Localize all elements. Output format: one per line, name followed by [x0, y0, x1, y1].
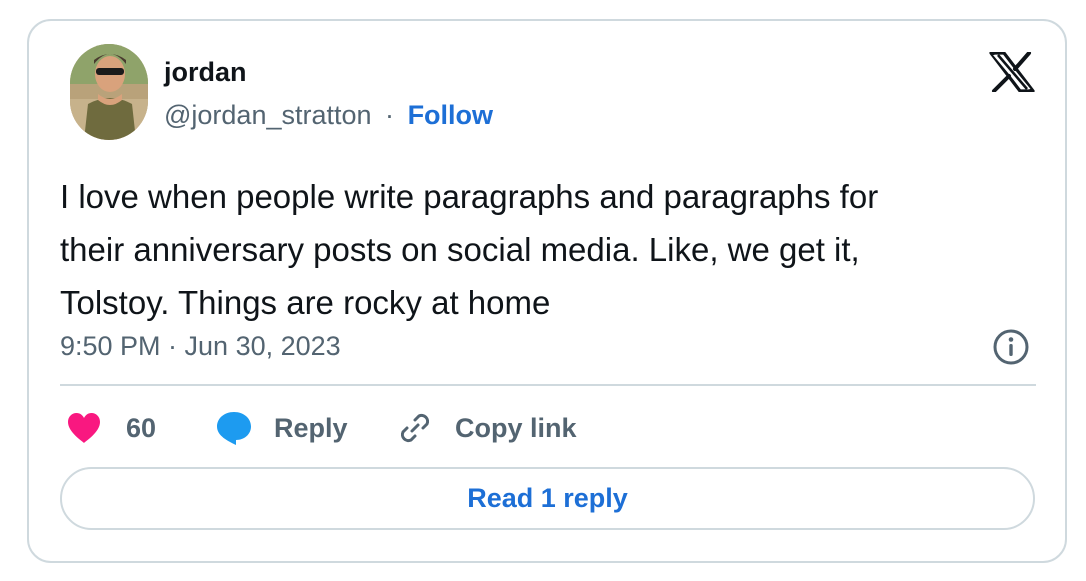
divider — [60, 384, 1036, 386]
separator-dot: · — [385, 100, 395, 130]
link-icon — [400, 413, 430, 443]
author-handle[interactable]: @jordan_stratton — [164, 100, 372, 130]
heart-icon — [68, 413, 100, 443]
tweet-timestamp[interactable]: 9:50 PM · Jun 30, 2023 — [60, 328, 341, 364]
info-icon[interactable] — [992, 328, 1030, 366]
copy-link-label: Copy link — [455, 413, 577, 443]
follow-button[interactable]: Follow — [408, 100, 493, 130]
avatar-photo — [70, 44, 148, 140]
speech-bubble-icon — [217, 412, 251, 445]
copy-link-button[interactable]: Copy link — [398, 408, 577, 448]
tweet-text-line: their anniversary posts on social media.… — [60, 231, 860, 268]
tweet-text-line: I love when people write paragraphs and … — [60, 178, 879, 215]
like-count: 60 — [126, 413, 157, 443]
read-replies-button[interactable]: Read 1 reply — [60, 467, 1035, 530]
tweet-text-line: Tolstoy. Things are rocky at home — [60, 284, 551, 321]
reply-button[interactable]: Reply — [216, 408, 348, 448]
author-handle-row: @jordan_stratton · Follow — [164, 97, 493, 133]
like-button[interactable]: 60 — [66, 408, 156, 448]
read-replies-label: Read 1 reply — [467, 483, 628, 513]
reply-label: Reply — [274, 413, 348, 443]
x-logo-icon[interactable] — [989, 51, 1035, 93]
tweet-text: I love when people write paragraphs and … — [60, 170, 1050, 329]
avatar[interactable] — [70, 44, 148, 140]
author-display-name[interactable]: jordan — [164, 54, 247, 90]
